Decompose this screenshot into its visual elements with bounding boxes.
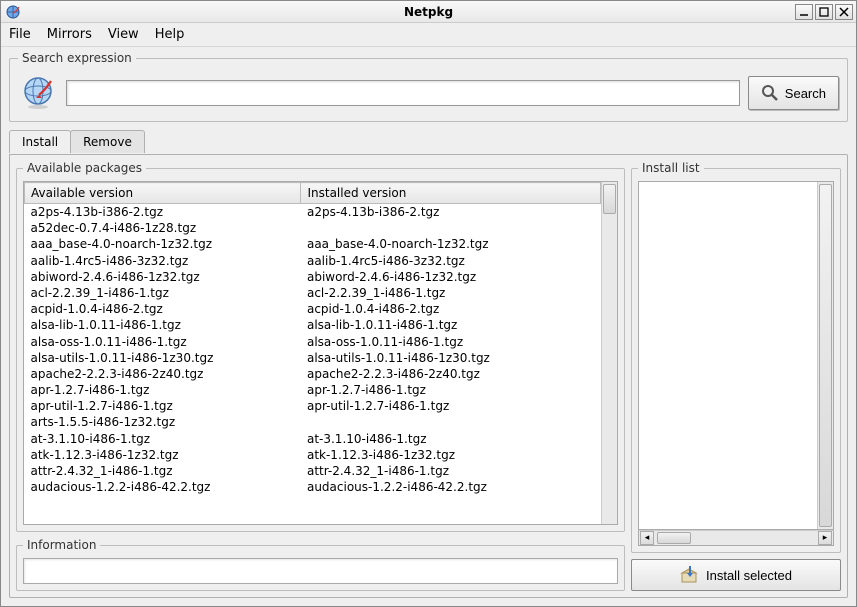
search-group: Search expression <box>9 51 848 122</box>
table-row[interactable]: atk-1.12.3-i486-1z32.tgzatk-1.12.3-i486-… <box>25 447 601 463</box>
table-row[interactable]: abiword-2.4.6-i486-1z32.tgzabiword-2.4.6… <box>25 269 601 285</box>
cell-installed: aaa_base-4.0-noarch-1z32.tgz <box>301 236 601 252</box>
cell-installed: acpid-1.0.4-i486-2.tgz <box>301 301 601 317</box>
cell-available: arts-1.5.5-i486-1z32.tgz <box>25 414 301 430</box>
available-legend: Available packages <box>23 161 146 175</box>
app-icon <box>5 4 21 20</box>
table-row[interactable]: alsa-lib-1.0.11-i486-1.tgzalsa-lib-1.0.1… <box>25 317 601 333</box>
cell-available: acl-2.2.39_1-i486-1.tgz <box>25 285 301 301</box>
table-row[interactable]: apr-util-1.2.7-i486-1.tgzapr-util-1.2.7-… <box>25 398 601 414</box>
search-legend: Search expression <box>18 51 136 65</box>
install-list-vscrollbar[interactable] <box>817 182 833 529</box>
tabs: Install Remove <box>9 130 848 153</box>
cell-available: aalib-1.4rc5-i486-3z32.tgz <box>25 253 301 269</box>
cell-available: apr-1.2.7-i486-1.tgz <box>25 382 301 398</box>
menubar: File Mirrors View Help <box>1 23 856 47</box>
package-install-icon <box>680 566 700 584</box>
table-row[interactable]: apache2-2.2.3-i486-2z40.tgzapache2-2.2.3… <box>25 366 601 382</box>
cell-installed: apache2-2.2.3-i486-2z40.tgz <box>301 366 601 382</box>
minimize-button[interactable] <box>795 4 813 20</box>
maximize-button[interactable] <box>815 4 833 20</box>
globe-network-icon <box>18 73 58 113</box>
table-row[interactable]: aaa_base-4.0-noarch-1z32.tgzaaa_base-4.0… <box>25 236 601 252</box>
search-icon <box>761 84 779 102</box>
cell-available: a52dec-0.7.4-i486-1z28.tgz <box>25 220 301 236</box>
tab-install[interactable]: Install <box>9 130 71 153</box>
cell-available: alsa-utils-1.0.11-i486-1z30.tgz <box>25 350 301 366</box>
install-list[interactable] <box>639 182 817 529</box>
table-row[interactable]: alsa-utils-1.0.11-i486-1z30.tgzalsa-util… <box>25 350 601 366</box>
table-row[interactable]: at-3.1.10-i486-1.tgzat-3.1.10-i486-1.tgz <box>25 431 601 447</box>
cell-installed: apr-1.2.7-i486-1.tgz <box>301 382 601 398</box>
tab-remove[interactable]: Remove <box>70 130 145 153</box>
cell-available: audacious-1.2.2-i486-42.2.tgz <box>25 479 301 495</box>
titlebar: Netpkg <box>1 1 856 23</box>
search-button[interactable]: Search <box>748 76 839 110</box>
cell-installed: alsa-oss-1.0.11-i486-1.tgz <box>301 334 601 350</box>
cell-available: apr-util-1.2.7-i486-1.tgz <box>25 398 301 414</box>
cell-installed: alsa-lib-1.0.11-i486-1.tgz <box>301 317 601 333</box>
close-button[interactable] <box>835 4 853 20</box>
scroll-left-icon[interactable]: ◂ <box>640 531 654 545</box>
cell-available: alsa-lib-1.0.11-i486-1.tgz <box>25 317 301 333</box>
table-row[interactable]: a2ps-4.13b-i386-2.tgza2ps-4.13b-i386-2.t… <box>25 204 601 221</box>
tab-install-panel: Available packages Available version Ins… <box>9 154 848 598</box>
cell-installed: apr-util-1.2.7-i486-1.tgz <box>301 398 601 414</box>
install-list-legend: Install list <box>638 161 704 175</box>
cell-available: apache2-2.2.3-i486-2z40.tgz <box>25 366 301 382</box>
cell-available: abiword-2.4.6-i486-1z32.tgz <box>25 269 301 285</box>
cell-installed: audacious-1.2.2-i486-42.2.tgz <box>301 479 601 495</box>
table-row[interactable]: a52dec-0.7.4-i486-1z28.tgz <box>25 220 601 236</box>
cell-available: a2ps-4.13b-i386-2.tgz <box>25 204 301 221</box>
app-window: Netpkg File Mirrors View Help Search exp… <box>0 0 857 607</box>
cell-available: aaa_base-4.0-noarch-1z32.tgz <box>25 236 301 252</box>
cell-installed: at-3.1.10-i486-1.tgz <box>301 431 601 447</box>
table-row[interactable]: arts-1.5.5-i486-1z32.tgz <box>25 414 601 430</box>
table-row[interactable]: acpid-1.0.4-i486-2.tgzacpid-1.0.4-i486-2… <box>25 301 601 317</box>
table-row[interactable]: aalib-1.4rc5-i486-3z32.tgzaalib-1.4rc5-i… <box>25 253 601 269</box>
search-input[interactable] <box>66 80 740 106</box>
table-row[interactable]: acl-2.2.39_1-i486-1.tgzacl-2.2.39_1-i486… <box>25 285 601 301</box>
menu-view[interactable]: View <box>108 27 139 42</box>
info-box <box>23 558 618 584</box>
table-row[interactable]: attr-2.4.32_1-i486-1.tgzattr-2.4.32_1-i4… <box>25 463 601 479</box>
cell-available: attr-2.4.32_1-i486-1.tgz <box>25 463 301 479</box>
col-available[interactable]: Available version <box>25 183 301 204</box>
cell-installed: attr-2.4.32_1-i486-1.tgz <box>301 463 601 479</box>
info-group: Information <box>16 538 625 591</box>
table-row[interactable]: audacious-1.2.2-i486-42.2.tgzaudacious-1… <box>25 479 601 495</box>
cell-available: atk-1.12.3-i486-1z32.tgz <box>25 447 301 463</box>
install-list-group: Install list ◂ ▸ <box>631 161 841 553</box>
cell-available: alsa-oss-1.0.11-i486-1.tgz <box>25 334 301 350</box>
available-group: Available packages Available version Ins… <box>16 161 625 532</box>
table-row[interactable]: alsa-oss-1.0.11-i486-1.tgzalsa-oss-1.0.1… <box>25 334 601 350</box>
install-list-hscrollbar[interactable]: ◂ ▸ <box>638 530 834 546</box>
col-installed[interactable]: Installed version <box>301 183 601 204</box>
cell-installed: alsa-utils-1.0.11-i486-1z30.tgz <box>301 350 601 366</box>
search-button-label: Search <box>785 86 826 101</box>
menu-file[interactable]: File <box>9 27 31 42</box>
scroll-right-icon[interactable]: ▸ <box>818 531 832 545</box>
content-area: Search expression <box>1 47 856 606</box>
menu-help[interactable]: Help <box>155 27 185 42</box>
cell-installed: abiword-2.4.6-i486-1z32.tgz <box>301 269 601 285</box>
packages-table[interactable]: Available version Installed version a2ps… <box>24 182 601 524</box>
install-selected-button[interactable]: Install selected <box>631 559 841 591</box>
menu-mirrors[interactable]: Mirrors <box>47 27 92 42</box>
cell-available: at-3.1.10-i486-1.tgz <box>25 431 301 447</box>
install-selected-label: Install selected <box>706 568 792 583</box>
cell-installed: a2ps-4.13b-i386-2.tgz <box>301 204 601 221</box>
packages-scrollbar[interactable] <box>601 182 617 524</box>
window-title: Netpkg <box>1 5 856 19</box>
cell-installed <box>301 220 601 236</box>
info-legend: Information <box>23 538 100 552</box>
cell-installed <box>301 414 601 430</box>
table-row[interactable]: apr-1.2.7-i486-1.tgzapr-1.2.7-i486-1.tgz <box>25 382 601 398</box>
cell-installed: atk-1.12.3-i486-1z32.tgz <box>301 447 601 463</box>
cell-installed: aalib-1.4rc5-i486-3z32.tgz <box>301 253 601 269</box>
cell-installed: acl-2.2.39_1-i486-1.tgz <box>301 285 601 301</box>
cell-available: acpid-1.0.4-i486-2.tgz <box>25 301 301 317</box>
